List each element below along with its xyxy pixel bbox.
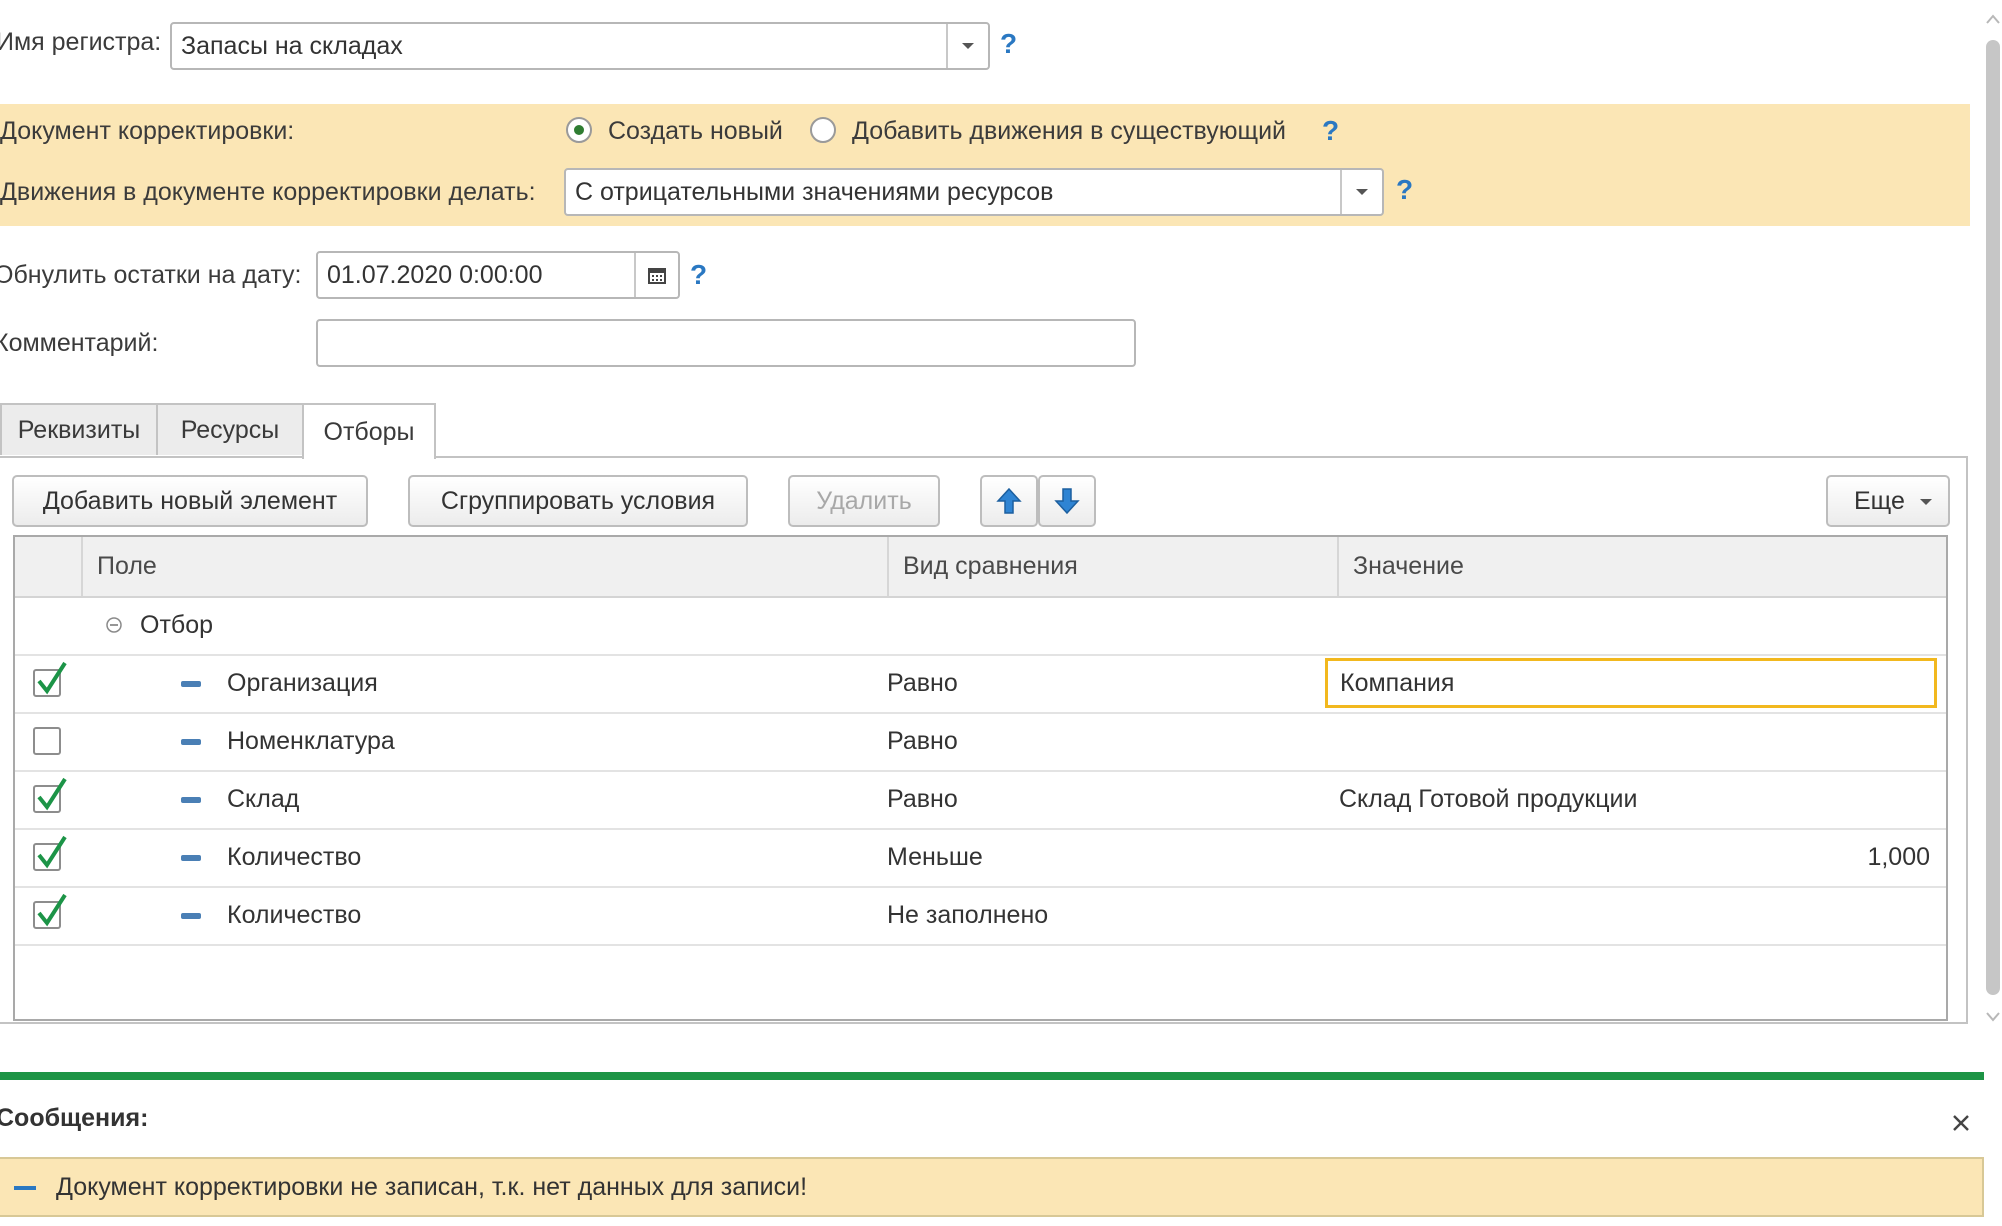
field-marker-icon [181,855,201,861]
checkmark-icon [37,777,67,811]
row-field: Номенклатура [227,726,395,755]
row-checkbox[interactable] [33,661,67,697]
messages-divider [0,1072,1984,1080]
row-value[interactable]: Склад Готовой продукции [1339,770,1637,828]
move-down-button[interactable] [1038,475,1096,527]
tab-requisites[interactable]: Реквизиты [0,403,158,455]
row-comparison[interactable]: Равно [887,654,958,712]
row-checkbox[interactable] [33,777,67,813]
row-checkbox[interactable] [33,835,67,871]
row-comparison[interactable]: Равно [887,712,958,770]
add-element-button[interactable]: Добавить новый элемент [12,475,368,527]
row-checkbox[interactable] [33,727,61,755]
messages-title: Сообщения: [0,1104,149,1132]
checkmark-icon [37,661,67,695]
arrow-down-icon [1054,488,1080,515]
movements-dropdown-button[interactable] [1340,170,1382,214]
header-value[interactable]: Значение [1337,537,1946,596]
row-field: Склад [227,784,300,813]
scroll-up-icon[interactable] [1986,14,2000,24]
row-value[interactable]: 1,000 [1867,828,1930,886]
correction-help-icon[interactable]: ? [1322,115,1339,147]
move-up-button[interactable] [980,475,1038,527]
reset-date-help-icon[interactable]: ? [690,259,707,291]
arrow-up-icon [996,487,1022,514]
collapse-icon[interactable] [105,616,123,634]
group-label: Отбор [140,610,214,639]
row-value-input[interactable]: Компания [1325,658,1937,708]
field-marker-icon [181,913,201,919]
register-select[interactable]: Запасы на складах [170,22,990,70]
table-row[interactable]: Склад Равно Склад Готовой продукции [15,770,1946,830]
header-field[interactable]: Поле [81,537,887,596]
movements-value: С отрицательными значениями ресурсов [575,177,1054,206]
row-comparison[interactable]: Равно [887,770,958,828]
field-marker-icon [181,681,201,687]
field-marker-icon [181,739,201,745]
chevron-down-icon [962,43,974,49]
reset-date-input[interactable]: 01.07.2020 0:00:00 [316,251,680,299]
chevron-down-icon [1920,499,1932,505]
radio-create-new[interactable] [566,117,592,143]
register-label: Имя регистра: [0,28,162,56]
header-check-column [15,537,81,596]
reset-date-label: Обнулить остатки на дату: [0,261,302,289]
tab-filters[interactable]: Отборы [302,403,436,459]
calendar-button[interactable] [634,253,678,297]
row-field: Количество [227,842,362,871]
message-dash-icon [14,1186,36,1190]
message-text: Документ корректировки не записан, т.к. … [56,1172,808,1201]
movements-help-icon[interactable]: ? [1396,174,1413,206]
correction-label: Документ корректировки: [0,117,295,145]
more-button-label: Еще [1854,486,1905,515]
row-comparison[interactable]: Не заполнено [887,886,1048,944]
radio-create-new-label[interactable]: Создать новый [608,117,783,146]
checkmark-icon [37,893,67,927]
comment-label: Комментарий: [0,329,159,357]
register-dropdown-button[interactable] [946,24,988,68]
row-checkbox[interactable] [33,893,67,929]
table-row[interactable]: Количество Меньше 1,000 [15,828,1946,888]
movements-label: Движения в документе корректировки делат… [0,178,536,206]
group-row[interactable]: Отбор [15,596,1946,656]
register-help-icon[interactable]: ? [1000,28,1017,60]
header-comparison[interactable]: Вид сравнения [887,537,1337,596]
table-row[interactable]: Количество Не заполнено [15,886,1946,946]
grid-header: Поле Вид сравнения Значение [15,537,1946,598]
group-conditions-button[interactable]: Сгруппировать условия [408,475,748,527]
reset-date-value: 01.07.2020 0:00:00 [327,260,543,289]
row-field: Количество [227,900,362,929]
message-item[interactable]: Документ корректировки не записан, т.к. … [0,1157,1984,1217]
more-button[interactable]: Еще [1826,475,1950,527]
radio-add-existing-label[interactable]: Добавить движения в существующий [852,117,1286,146]
scroll-down-icon[interactable] [1986,1012,2000,1022]
comment-input[interactable] [316,319,1136,367]
delete-button[interactable]: Удалить [788,475,940,527]
chevron-down-icon [1356,189,1368,195]
movements-select[interactable]: С отрицательными значениями ресурсов [564,168,1384,216]
table-row[interactable]: Номенклатура Равно [15,712,1946,772]
row-comparison[interactable]: Меньше [887,828,983,886]
checkmark-icon [37,835,67,869]
row-field: Организация [227,668,378,697]
scrollbar-thumb[interactable] [1986,40,2000,995]
radio-add-existing[interactable] [810,117,836,143]
table-row[interactable]: Организация Равно Компания [15,654,1946,714]
close-icon[interactable] [1950,1112,1972,1134]
tab-resources[interactable]: Ресурсы [156,403,304,455]
field-marker-icon [181,797,201,803]
filters-grid: Поле Вид сравнения Значение Отбор Органи… [13,535,1948,1021]
calendar-icon [648,268,666,284]
register-value: Запасы на складах [181,31,403,60]
